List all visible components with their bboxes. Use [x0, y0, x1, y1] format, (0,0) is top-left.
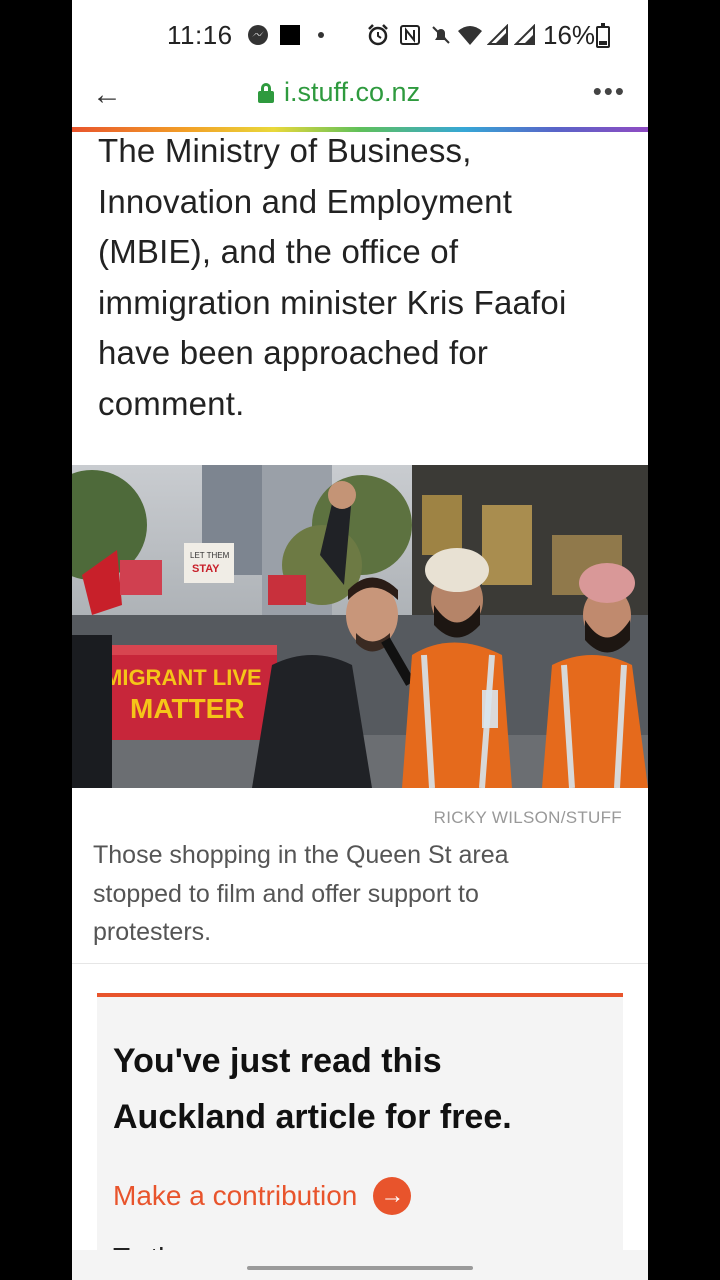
back-arrow-icon[interactable]: ← [92, 78, 122, 112]
status-time: 11:16 [167, 20, 233, 50]
contribution-link-label: Make a contribution [113, 1180, 358, 1211]
make-contribution-link[interactable]: Make a contribution → [113, 1177, 412, 1215]
mute-icon [428, 22, 454, 48]
battery-percent: 16% [543, 20, 596, 50]
article-paragraph: The Ministry of Business, Innovation and… [98, 132, 567, 422]
svg-text:STAY: STAY [192, 563, 220, 575]
home-indicator[interactable] [247, 1266, 473, 1270]
arrow-right-icon: → [373, 1177, 412, 1215]
messenger-icon [245, 22, 271, 48]
wifi-icon [457, 22, 483, 48]
banner-text-line2: MATTER [130, 693, 245, 724]
url-text: i.stuff.co.nz [284, 77, 421, 107]
photo-caption: Those shopping in the Queen St area stop… [93, 841, 509, 946]
address-bar[interactable]: i.stuff.co.nz [258, 77, 420, 108]
contribution-box: You've just read this Auckland article f… [97, 993, 623, 1280]
system-nav-bar [72, 1250, 648, 1280]
dot-icon [308, 22, 334, 48]
more-options-icon[interactable]: ••• [593, 76, 626, 107]
signal-icon [485, 22, 511, 48]
alarm-icon [365, 22, 391, 48]
browser-toolbar: ← i.stuff.co.nz ••• [72, 72, 648, 128]
phone-screen: 11:16 16% ← i.stuff.co.nz ••• The Minist… [72, 0, 648, 1280]
battery-icon [596, 23, 610, 48]
nfc-icon [397, 22, 423, 48]
protest-sign-text: LET THEM [190, 551, 230, 560]
divider [72, 963, 648, 964]
banner-text-line1: MIGRANT LIVE [104, 665, 262, 690]
photo-credit: RICKY WILSON/STUFF [433, 808, 622, 827]
status-bar: 11:16 16% [72, 0, 648, 72]
square-icon [277, 22, 303, 48]
contribution-heading: You've just read this Auckland article f… [113, 1042, 512, 1136]
signal-icon [512, 22, 538, 48]
article-photo[interactable]: LET THEM STAY MIGRANT LIVE MATTER [72, 465, 648, 788]
lock-icon [258, 82, 274, 103]
